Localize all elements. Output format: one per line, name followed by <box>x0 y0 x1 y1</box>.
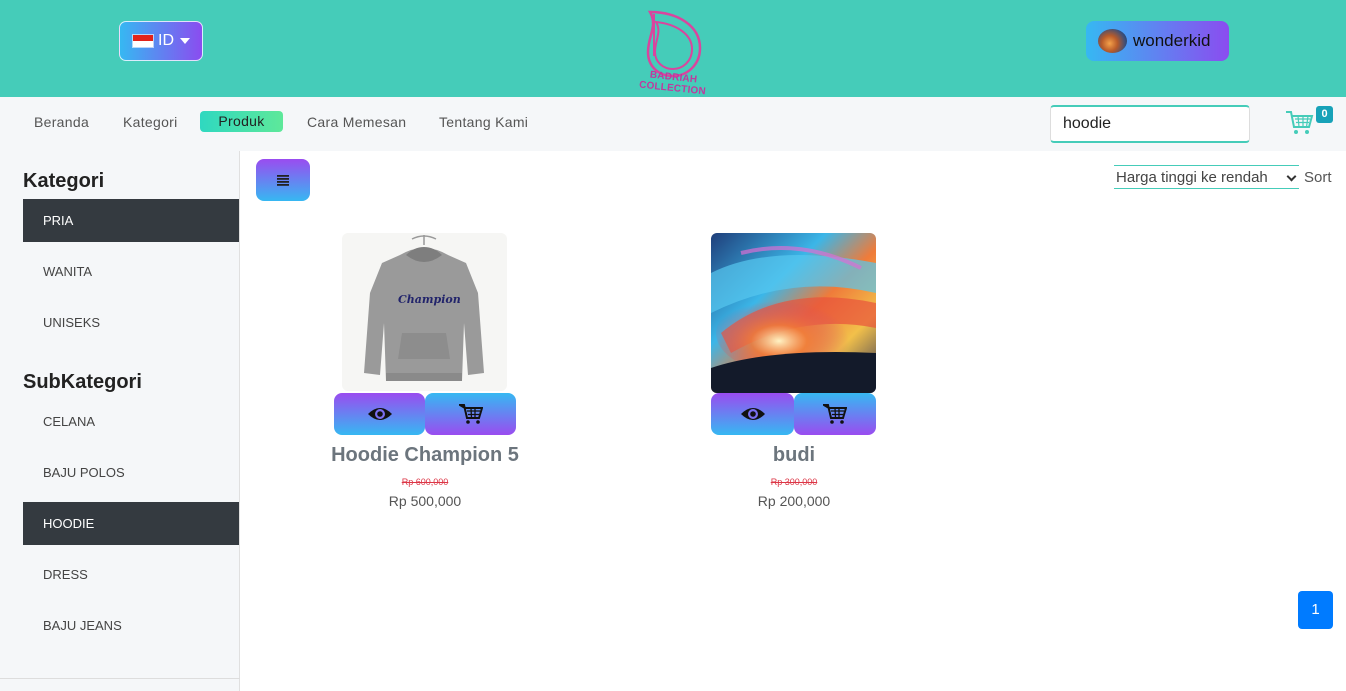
view-product-button[interactable] <box>711 393 794 435</box>
product-image-brand-text: Champion <box>398 293 461 306</box>
product-old-price: Rp 600,000 <box>401 477 449 487</box>
product-image[interactable]: Champion <box>342 233 507 391</box>
sidebar-item-wanita[interactable]: WANITA <box>23 250 239 293</box>
add-to-cart-button[interactable] <box>794 393 876 435</box>
language-dropdown[interactable]: ID <box>119 21 203 61</box>
cart-icon <box>458 404 483 424</box>
sidebar-divider <box>0 678 240 679</box>
eye-icon <box>740 408 765 420</box>
painting-image <box>711 233 876 393</box>
avatar <box>1098 29 1127 53</box>
nav-item-beranda[interactable]: Beranda <box>34 114 89 130</box>
sidebar-item-dress[interactable]: DRESS <box>23 553 239 596</box>
indonesia-flag-icon <box>132 34 154 48</box>
nav-item-tentang-kami[interactable]: Tentang Kami <box>439 114 528 130</box>
username: wonderkid <box>1133 31 1211 50</box>
caret-down-icon <box>180 38 190 44</box>
pagination-page-button[interactable]: 1 <box>1298 591 1333 629</box>
cart-icon[interactable] <box>1284 107 1314 137</box>
navbar: Beranda Kategori Produk Cara Memesan Ten… <box>0 97 1346 151</box>
product-price: Rp 200,000 <box>757 493 831 509</box>
nav-item-produk[interactable]: Produk <box>200 111 283 132</box>
sidebar-item-celana[interactable]: CELANA <box>23 400 239 443</box>
view-product-button[interactable] <box>334 393 425 435</box>
sort-selected-value: Harga tinggi ke rendah <box>1116 168 1268 186</box>
search-input[interactable] <box>1050 105 1250 143</box>
sort-label: Sort <box>1304 169 1332 186</box>
product-price: Rp 500,000 <box>388 493 462 509</box>
sidebar-item-baju-jeans[interactable]: BAJU JEANS <box>23 604 239 647</box>
sidebar-item-hoodie[interactable]: HOODIE <box>23 502 239 545</box>
logo[interactable]: BADRIAH COLLECTION <box>618 8 728 97</box>
language-label: ID <box>158 32 174 49</box>
nav-item-cara-memesan[interactable]: Cara Memesan <box>307 114 406 130</box>
sidebar-item-baju-polos[interactable]: BAJU POLOS <box>23 451 239 494</box>
filter-menu-button[interactable] <box>256 159 310 201</box>
nav-item-kategori[interactable]: Kategori <box>123 114 178 130</box>
eye-icon <box>367 408 392 420</box>
list-icon <box>277 175 289 186</box>
add-to-cart-button[interactable] <box>425 393 516 435</box>
product-old-price: Rp 300,000 <box>770 477 818 487</box>
product-name[interactable]: Hoodie Champion 5 <box>314 444 536 467</box>
header: ID BADRIAH COLLECTION wonderkid <box>0 0 1346 97</box>
sidebar-item-pria[interactable]: PRIA <box>23 199 239 242</box>
subkategori-heading: SubKategori <box>23 371 142 393</box>
chevron-down-icon <box>1286 171 1297 182</box>
product-name[interactable]: budi <box>694 444 894 467</box>
hoodie-image <box>364 235 484 381</box>
cart-count-badge: 0 <box>1316 106 1333 123</box>
user-menu-button[interactable]: wonderkid <box>1086 21 1229 61</box>
sort-select[interactable]: Harga tinggi ke rendah <box>1114 165 1299 189</box>
sidebar-item-uniseks[interactable]: UNISEKS <box>23 301 239 344</box>
cart-icon <box>823 404 847 424</box>
sidebar: Kategori PRIA WANITA UNISEKS SubKategori… <box>0 151 240 691</box>
product-image[interactable] <box>711 233 876 393</box>
kategori-heading: Kategori <box>23 170 105 192</box>
